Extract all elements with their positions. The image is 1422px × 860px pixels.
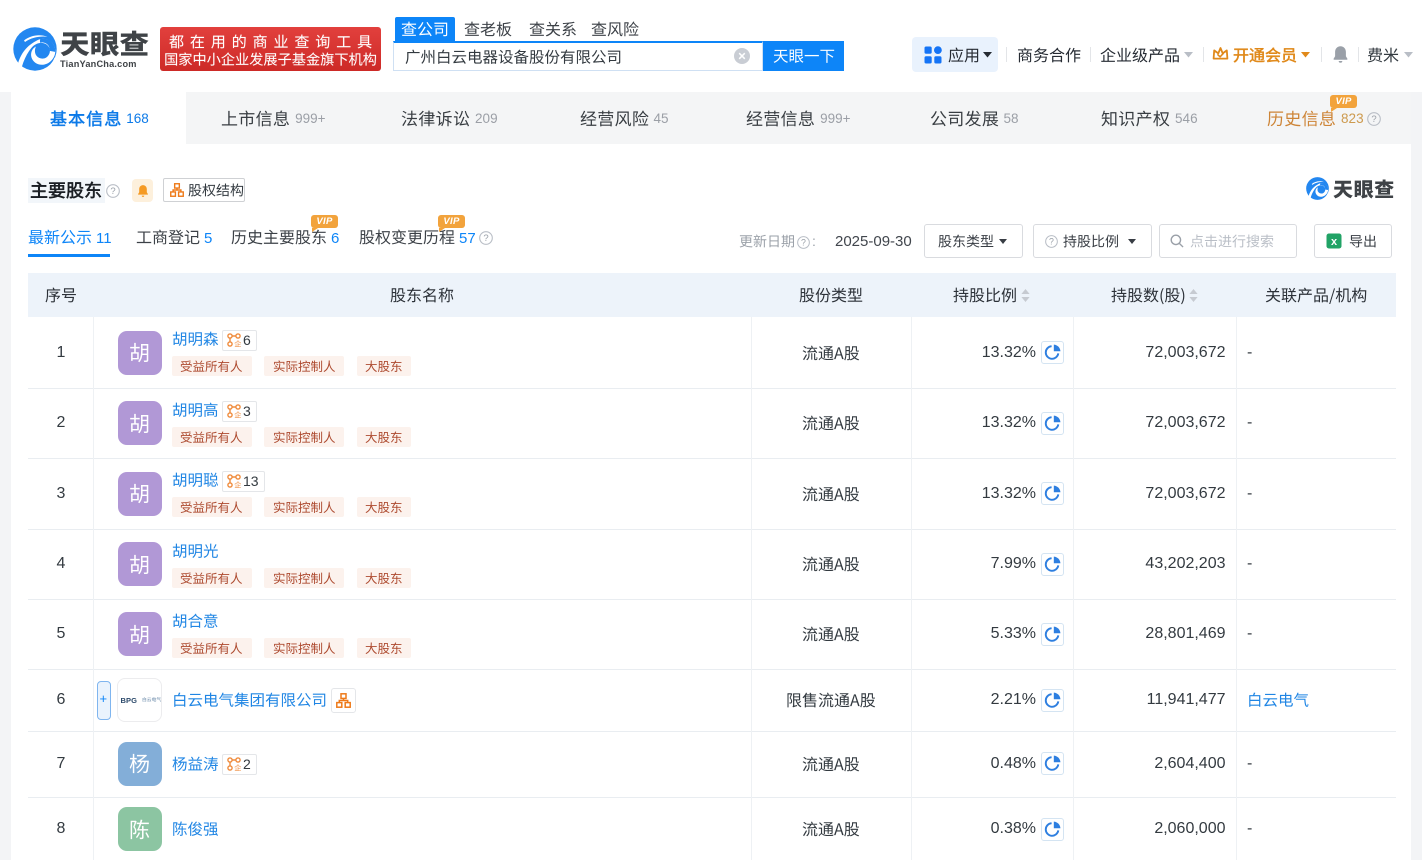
svg-text:x: x bbox=[1331, 236, 1338, 248]
svg-text:?: ? bbox=[1371, 114, 1376, 125]
svg-text:?: ? bbox=[1049, 236, 1054, 246]
svg-text:?: ? bbox=[801, 237, 806, 247]
svg-text:?: ? bbox=[110, 186, 115, 197]
svg-text:?: ? bbox=[483, 233, 488, 244]
